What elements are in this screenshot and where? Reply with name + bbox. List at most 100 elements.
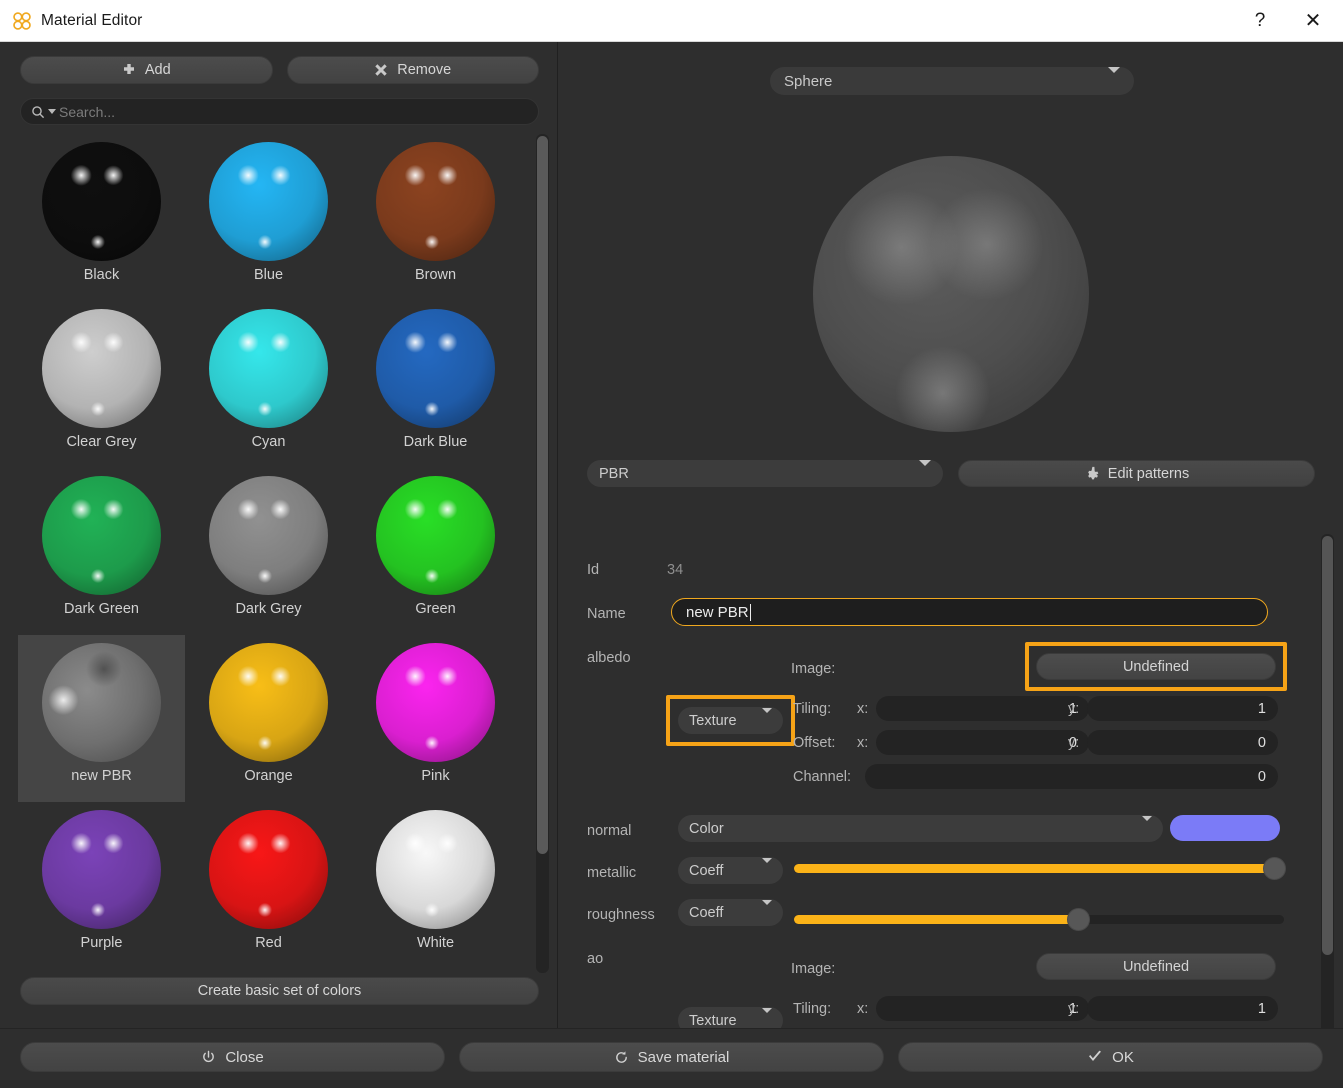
material-item-label: Clear Grey bbox=[66, 434, 137, 450]
shader-type-chevron-down-icon bbox=[919, 459, 931, 482]
albedo-tiling-y-input[interactable]: 1 bbox=[1087, 696, 1278, 721]
material-item[interactable]: Purple bbox=[18, 802, 185, 969]
normal-mode-select[interactable]: Color bbox=[678, 815, 1163, 842]
name-input[interactable]: new PBR bbox=[671, 598, 1268, 626]
properties-scrollbar-thumb[interactable] bbox=[1322, 536, 1333, 955]
albedo-label: albedo bbox=[587, 650, 631, 666]
add-material-label: Add bbox=[144, 62, 171, 78]
material-thumbnail bbox=[376, 643, 495, 762]
close-window-button[interactable]: ✕ bbox=[1283, 0, 1343, 42]
ao-mode-chevron-down-icon bbox=[762, 1007, 772, 1028]
remove-material-button[interactable]: Remove bbox=[286, 56, 539, 84]
albedo-mode-select[interactable]: Texture bbox=[678, 707, 783, 734]
shader-type-select[interactable]: PBR bbox=[587, 459, 943, 487]
help-button[interactable]: ? bbox=[1237, 0, 1283, 42]
material-item[interactable]: Pink bbox=[352, 635, 519, 802]
ao-mode-select[interactable]: Texture bbox=[678, 1007, 783, 1028]
ao-tiling-y-input[interactable]: 1 bbox=[1087, 996, 1278, 1021]
metallic-label: metallic bbox=[587, 865, 637, 881]
ao-image-button[interactable]: Undefined bbox=[1036, 953, 1276, 980]
roughness-label: roughness bbox=[587, 907, 655, 923]
metallic-mode-select[interactable]: Coeff bbox=[678, 857, 783, 884]
roughness-mode-select[interactable]: Coeff bbox=[678, 899, 783, 926]
material-thumbnail bbox=[209, 309, 328, 428]
add-material-button[interactable]: Add bbox=[20, 56, 273, 84]
material-item[interactable]: Dark Blue bbox=[352, 301, 519, 468]
create-basic-colors-button[interactable]: Create basic set of colors bbox=[20, 977, 539, 1005]
search-placeholder: Search... bbox=[59, 103, 116, 120]
library-scrollbar-thumb[interactable] bbox=[537, 136, 548, 854]
text-cursor bbox=[749, 603, 752, 621]
title-bar: Material Editor ? ✕ bbox=[0, 0, 1343, 42]
ao-label: ao bbox=[587, 951, 604, 967]
roughness-slider-fill bbox=[794, 915, 1079, 924]
ok-button-label: OK bbox=[1112, 1048, 1134, 1066]
albedo-channel-label: Channel: bbox=[793, 769, 852, 785]
search-input[interactable]: Search... bbox=[20, 98, 539, 125]
properties-scrollbar-track[interactable] bbox=[1321, 534, 1334, 1038]
preview-shape-select[interactable]: Sphere bbox=[770, 66, 1134, 95]
normal-label: normal bbox=[587, 823, 632, 839]
close-button[interactable]: Close bbox=[20, 1042, 445, 1072]
normal-color-swatch[interactable] bbox=[1170, 815, 1280, 841]
save-material-button[interactable]: Save material bbox=[459, 1042, 884, 1072]
albedo-channel-input[interactable]: 0 bbox=[865, 764, 1278, 789]
albedo-offset-y-input[interactable]: 0 bbox=[1087, 730, 1278, 755]
refresh-icon bbox=[615, 1050, 627, 1063]
albedo-image-button[interactable]: Undefined bbox=[1036, 653, 1276, 680]
albedo-tiling-x-input[interactable]: 1 bbox=[876, 696, 1089, 721]
metallic-slider[interactable] bbox=[794, 857, 1287, 880]
material-thumbnail bbox=[209, 476, 328, 595]
albedo-mode-chevron-down-icon bbox=[762, 707, 772, 729]
preview-sphere bbox=[813, 156, 1089, 432]
material-item[interactable]: Dark Grey bbox=[185, 468, 352, 635]
material-item[interactable]: Orange bbox=[185, 635, 352, 802]
material-item[interactable]: Blue bbox=[185, 134, 352, 301]
material-thumbnail bbox=[376, 142, 495, 261]
shader-type-value: PBR bbox=[599, 465, 629, 482]
material-thumbnail bbox=[209, 142, 328, 261]
albedo-offset-x-input[interactable]: 0 bbox=[876, 730, 1089, 755]
edit-patterns-button[interactable]: Edit patterns bbox=[958, 460, 1315, 487]
ao-mode-value: Texture bbox=[689, 1012, 737, 1029]
material-item[interactable]: Dark Green bbox=[18, 468, 185, 635]
search-filter-chevron-down-icon[interactable] bbox=[48, 109, 56, 114]
material-item[interactable]: Black bbox=[18, 134, 185, 301]
material-thumbnail bbox=[42, 142, 161, 261]
window-title: Material Editor bbox=[41, 11, 143, 29]
ao-tiling-x-input[interactable]: 1 bbox=[876, 996, 1089, 1021]
ao-tiling-y-label: y: bbox=[1068, 1001, 1080, 1017]
material-thumbnail bbox=[376, 476, 495, 595]
material-item[interactable]: Brown bbox=[352, 134, 519, 301]
properties-scroll-area[interactable]: Id 34 Name new PBR albedo Image: Undefin… bbox=[559, 494, 1343, 1028]
material-item[interactable]: Green bbox=[352, 468, 519, 635]
material-item[interactable]: Cyan bbox=[185, 301, 352, 468]
material-item[interactable]: new PBR bbox=[18, 635, 185, 802]
albedo-image-label: Image: bbox=[791, 661, 836, 677]
material-thumbnail bbox=[42, 476, 161, 595]
ok-button[interactable]: OK bbox=[898, 1042, 1323, 1072]
metallic-mode-chevron-down-icon bbox=[762, 857, 772, 879]
roughness-slider[interactable] bbox=[794, 908, 1284, 931]
metallic-slider-fill bbox=[794, 864, 1275, 873]
material-item[interactable]: Red bbox=[185, 802, 352, 969]
metallic-slider-knob[interactable] bbox=[1263, 857, 1287, 880]
material-preview-viewport[interactable] bbox=[559, 108, 1343, 480]
ao-tiling-x-label: x: bbox=[857, 1001, 869, 1017]
metallic-mode-value: Coeff bbox=[689, 862, 724, 879]
power-icon bbox=[203, 1050, 215, 1062]
ao-image-label: Image: bbox=[791, 961, 836, 977]
albedo-tiling-label: Tiling: bbox=[793, 701, 832, 717]
material-item-label: Blue bbox=[253, 267, 284, 283]
roughness-slider-knob[interactable] bbox=[1067, 908, 1091, 931]
library-scrollbar-track[interactable] bbox=[536, 134, 549, 973]
material-grid-scroll-area[interactable]: Black Blue Brown Clear Grey Cyan Dark Blue Dar… bbox=[18, 134, 538, 973]
material-item[interactable]: Clear Grey bbox=[18, 301, 185, 468]
close-button-label: Close bbox=[225, 1048, 264, 1066]
material-editor-logo-icon bbox=[13, 11, 31, 30]
material-item-label: Orange bbox=[244, 768, 293, 784]
albedo-tiling-y-label: y: bbox=[1068, 701, 1080, 717]
material-item-label: Dark Blue bbox=[403, 434, 468, 450]
ao-tiling-label: Tiling: bbox=[793, 1001, 832, 1017]
material-item[interactable]: White bbox=[352, 802, 519, 969]
